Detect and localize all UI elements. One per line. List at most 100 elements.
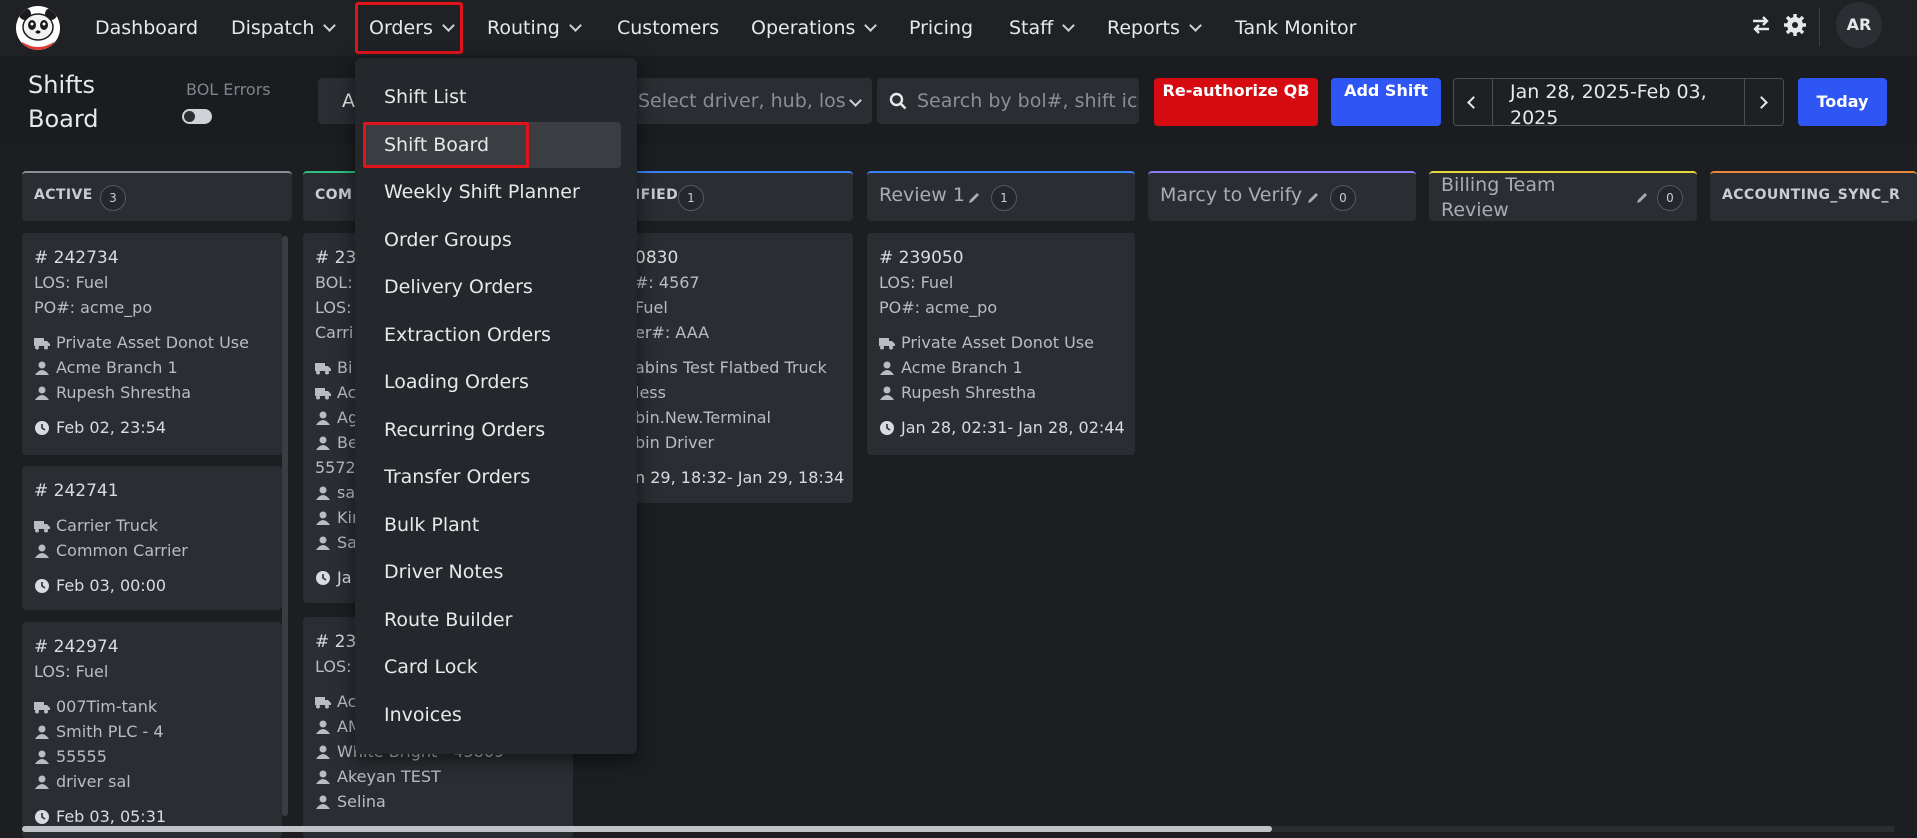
menu-item-order-groups[interactable]: Order Groups: [384, 229, 512, 251]
shift-trailer: Ac: [337, 383, 357, 402]
menu-item-extraction-orders[interactable]: Extraction Orders: [384, 324, 551, 346]
shift-los: LOS:: [315, 298, 352, 317]
menu-item-card-lock[interactable]: Card Lock: [384, 656, 478, 678]
today-button[interactable]: Today: [1798, 78, 1887, 126]
shift-driver: Sa: [337, 533, 357, 552]
nav-tank-monitor[interactable]: Tank Monitor: [1235, 14, 1356, 42]
menu-item-route-builder[interactable]: Route Builder: [384, 609, 512, 631]
column-header-review-1: Review 1 1: [867, 171, 1135, 221]
user-icon: [35, 361, 49, 375]
shift-card[interactable]: # 239050 LOS: Fuel PO#: acme_po Private …: [867, 233, 1135, 455]
column-header-accounting-sync: ACCOUNTING_SYNC_R: [1710, 171, 1917, 221]
nav-dashboard[interactable]: Dashboard: [95, 14, 198, 42]
shift-order: er#: AAA: [635, 323, 710, 342]
search-placeholder: Search by bol#, shift ic: [917, 90, 1138, 112]
date-range-text: Jan 28, 2025-Feb 03, 2025: [1510, 81, 1707, 129]
shift-contact: Akeyan TEST: [337, 767, 441, 786]
shift-los: LOS:: [315, 657, 352, 676]
gear-icon[interactable]: [1783, 13, 1807, 41]
pencil-icon[interactable]: [967, 191, 981, 205]
next-week-button[interactable]: [1744, 79, 1783, 125]
user-icon: [316, 511, 330, 525]
add-shift-button[interactable]: Add Shift: [1331, 78, 1441, 126]
chevron-left-icon: [1467, 96, 1480, 109]
shift-los: Fuel: [635, 298, 668, 317]
shift-card[interactable]: # 242741 Carrier Truck Common Carrier Fe…: [22, 466, 282, 610]
shift-driver: bin Driver: [635, 433, 715, 452]
chevron-down-icon: [323, 19, 337, 32]
column-scrollbar[interactable]: [282, 236, 288, 816]
chevron-down-icon: [1189, 19, 1202, 32]
menu-item-loading-orders[interactable]: Loading Orders: [384, 371, 529, 393]
shift-driver: Selina: [337, 792, 386, 811]
pencil-icon[interactable]: [1306, 191, 1320, 205]
shift-card[interactable]: # 242734 LOS: Fuel PO#: acme_po Private …: [22, 233, 282, 455]
add-shift-label: Add Shift: [1344, 81, 1428, 100]
shift-phone: 5572: [315, 458, 356, 477]
shift-driver: Rupesh Shrestha: [56, 383, 192, 402]
nav-reports-label: Reports: [1107, 17, 1180, 39]
nav-separator: [1819, 8, 1820, 46]
panda-logo[interactable]: [16, 6, 60, 50]
today-label: Today: [1816, 92, 1869, 111]
menu-item-invoices[interactable]: Invoices: [384, 704, 462, 726]
shift-driver: driver sal: [56, 772, 131, 791]
nav-staff[interactable]: Staff: [1009, 14, 1076, 42]
previous-week-button[interactable]: [1454, 79, 1493, 125]
board-horizontal-scrollbar[interactable]: [22, 826, 1894, 832]
menu-item-delivery-orders[interactable]: Delivery Orders: [384, 276, 533, 298]
shift-asset: Carrier Truck: [56, 516, 159, 535]
shift-driver: Rupesh Shrestha: [901, 383, 1037, 402]
chevron-down-icon: [1062, 19, 1076, 32]
bol-errors-toggle[interactable]: [182, 109, 212, 124]
shift-id: # 23: [315, 632, 357, 652]
shift-po: PO#: acme_po: [879, 298, 998, 317]
shift-id: # 23: [315, 248, 357, 268]
reauthorize-qb-button[interactable]: Re-authorize QB: [1154, 78, 1318, 126]
column-count-badge: 1: [991, 185, 1017, 211]
nav-customers[interactable]: Customers: [617, 14, 719, 42]
shift-asset: Bi: [337, 358, 353, 377]
menu-item-driver-notes[interactable]: Driver Notes: [384, 561, 503, 583]
user-avatar[interactable]: AR: [1836, 2, 1882, 48]
column-title: Billing Team Review: [1441, 174, 1556, 221]
menu-item-shift-list[interactable]: Shift List: [384, 86, 466, 108]
clock-icon: [316, 571, 330, 585]
shift-id: # 242974: [34, 637, 119, 657]
driver-hub-select[interactable]: Select driver, hub, los: [622, 78, 872, 124]
menu-item-transfer-orders[interactable]: Transfer Orders: [384, 466, 530, 488]
shift-card[interactable]: # 242974 LOS: Fuel 007Tim-tank Smith PLC…: [22, 622, 282, 838]
date-range-picker[interactable]: Jan 28, 2025-Feb 03, 2025: [1453, 78, 1784, 129]
search-input[interactable]: Search by bol#, shift ic: [877, 78, 1139, 124]
nav-pricing[interactable]: Pricing: [909, 14, 973, 42]
nav-dispatch[interactable]: Dispatch: [231, 14, 337, 42]
scrollbar-thumb[interactable]: [22, 826, 1272, 832]
nav-operations[interactable]: Operations: [751, 14, 878, 42]
menu-item-bulk-plant[interactable]: Bulk Plant: [384, 514, 479, 536]
shift-time: Ja: [337, 568, 352, 587]
column-title: IFIED: [635, 187, 679, 203]
swap-icon[interactable]: [1750, 14, 1772, 40]
shift-los: LOS: Fuel: [879, 273, 954, 292]
shift-time: Feb 02, 23:54: [56, 418, 167, 437]
nav-routing-label: Routing: [487, 17, 560, 39]
user-icon: [316, 436, 330, 450]
toggle-knob: [184, 111, 195, 122]
column-count-badge: 0: [1657, 185, 1683, 211]
menu-item-recurring-orders[interactable]: Recurring Orders: [384, 419, 545, 441]
shift-branch: Acme Branch 1: [56, 358, 178, 377]
user-icon: [316, 745, 330, 759]
nav-tank-monitor-label: Tank Monitor: [1235, 17, 1357, 39]
column-title: Marcy to Verify: [1160, 184, 1303, 206]
truck-icon: [34, 338, 50, 350]
nav-reports[interactable]: Reports: [1107, 14, 1202, 42]
nav-routing[interactable]: Routing: [487, 14, 582, 42]
menu-item-shift-board[interactable]: Shift Board: [384, 134, 489, 156]
shift-id: 0830: [635, 248, 679, 268]
column-title: ACCOUNTING_SYNC_R: [1722, 187, 1901, 203]
column-count-badge: 0: [1330, 185, 1356, 211]
menu-item-weekly-shift-planner[interactable]: Weekly Shift Planner: [384, 181, 580, 203]
nav-customers-label: Customers: [617, 17, 720, 39]
search-icon: [889, 92, 907, 110]
pencil-icon[interactable]: [1635, 191, 1649, 205]
